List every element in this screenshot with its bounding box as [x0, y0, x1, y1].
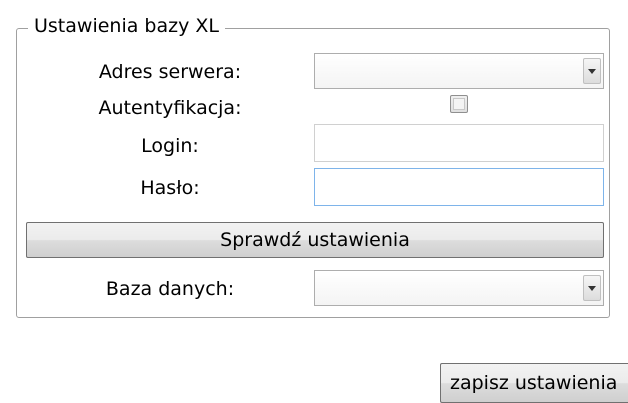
server-address-label: Adres serwera:	[98, 61, 242, 83]
authentication-checkbox[interactable]	[450, 95, 468, 113]
server-address-combobox[interactable]	[314, 53, 604, 89]
login-input[interactable]	[314, 124, 604, 162]
password-input[interactable]	[314, 168, 604, 206]
check-settings-button[interactable]: Sprawdź ustawienia	[26, 222, 604, 258]
chevron-down-icon[interactable]	[583, 58, 601, 84]
save-settings-button[interactable]: zapisz ustawienia	[440, 363, 628, 403]
authentication-label: Autentyfikacja:	[98, 97, 242, 119]
groupbox-title: Ustawienia bazy XL	[28, 13, 225, 39]
password-label: Hasło:	[140, 177, 200, 199]
database-label: Baza danych:	[105, 278, 235, 300]
login-label: Login:	[141, 135, 199, 157]
chevron-down-icon[interactable]	[583, 275, 601, 301]
database-combobox[interactable]	[314, 270, 604, 306]
